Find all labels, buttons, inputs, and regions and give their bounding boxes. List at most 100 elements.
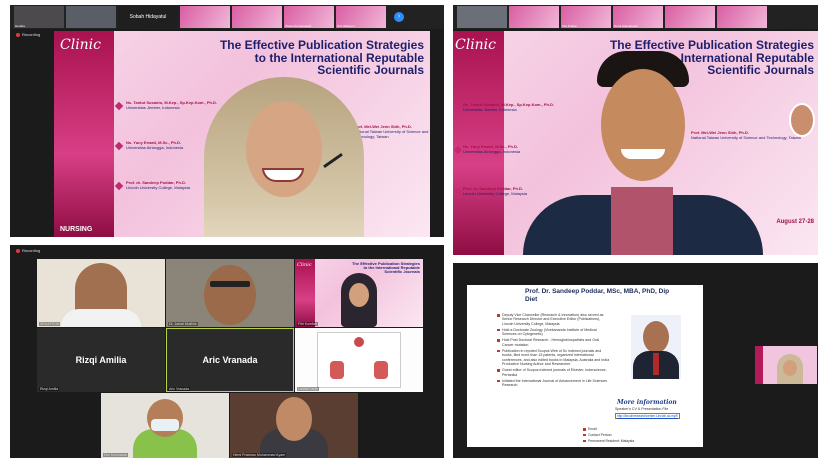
contact-item: Permanent Resident: Malaysia: [583, 439, 673, 443]
speaker-entry: Ns. Yuny Erwati, M.Sc., Ph.D. Universitas…: [463, 144, 521, 155]
face: [349, 283, 369, 307]
participant-thumbnail[interactable]: [665, 6, 715, 28]
speaker-entry: Prof. dr. Sandeep Poddar, Ph.D. Lincoln U…: [463, 186, 528, 197]
participant-video: [523, 45, 763, 255]
slide-title: The Effective Publication Strategies to …: [340, 261, 420, 275]
slide-heading-line: Diet: [525, 295, 538, 303]
participant-tile[interactable]: Rizqi Amilia Rizqi Amilia: [37, 328, 165, 392]
participant-tile[interactable]: SEGAFSON: [37, 259, 165, 327]
slide-ribbon: [453, 31, 505, 255]
speaker-institution: Universitas Airlangga, Indonesia: [463, 148, 521, 154]
gallery-view-panel: Recording SEGAFSON Dr. Jamal Mukhlis Cli…: [10, 245, 444, 458]
participant-thumbnail[interactable]: [66, 6, 116, 28]
participant-name: Fitri Komfah: [297, 322, 318, 326]
participant-name: Aric Vranada: [168, 387, 191, 391]
clinic-logo-text: Clinic: [297, 262, 312, 268]
participant-thumbnail[interactable]: Wulan Purnamasari: [284, 6, 334, 28]
thumbnail-name: Hendra: [15, 24, 25, 28]
participant-shirt: [61, 309, 141, 327]
recording-indicator: Recording: [16, 32, 40, 37]
face: [246, 101, 322, 197]
record-dot-icon: [16, 32, 20, 37]
participant-thumbnail[interactable]: Sobah Hidayatul: [118, 6, 178, 28]
face-mask-icon: [151, 419, 179, 431]
speaker-entry: Ns. Yuny Erwati, M.Sc., Ph.D. Universitas…: [126, 140, 184, 151]
bullet-list: Deputy Vice Chancellor (Research & Innov…: [497, 313, 611, 389]
glasses-icon: [210, 281, 250, 287]
participant-tile[interactable]: Lamsa Lanje: [295, 328, 423, 392]
virtual-background-slide: Clinic The Effective Publication Strateg…: [54, 31, 430, 237]
shirt: [611, 187, 673, 255]
speaker-photo: [631, 315, 681, 379]
doctor-illustration-icon: [374, 361, 388, 379]
participant-thumbnail[interactable]: [180, 6, 230, 28]
tie: [653, 353, 659, 375]
participant-thumbnail[interactable]: [509, 6, 559, 28]
participant-thumbnail[interactable]: Nurul Hikmahwati: [613, 6, 663, 28]
participant-name: Rizqi Amilia: [39, 387, 60, 391]
virtual-background-slide: Clinic The Effective Publication Strateg…: [295, 259, 423, 327]
self-view-thumbnail[interactable]: [755, 346, 817, 384]
speaker-bullet: [114, 181, 124, 191]
thumbnail-name: Wulan Purnamasari: [285, 24, 312, 28]
participant-tile[interactable]: Hemi Prabowo Muhammad Ayam: [230, 393, 358, 458]
slide-ribbon: [755, 346, 763, 384]
participant-video: [147, 399, 183, 437]
bullet-item: Deputy Vice Chancellor (Research & Innov…: [497, 313, 611, 326]
participant-tile[interactable]: Clinic The Effective Publication Strateg…: [295, 259, 423, 327]
slide-heading-line: Prof. Dr. Sandeep Poddar, MSc, MBA, PhD,…: [525, 288, 670, 295]
participant-thumbnail[interactable]: [457, 6, 507, 28]
shared-slide: Prof. Dr. Sandeep Poddar, MSc, MBA, PhD,…: [467, 285, 703, 447]
face: [783, 360, 797, 376]
thumbnail-name: Nurul Hikmahwati: [614, 24, 638, 28]
speaker-bullet: [114, 101, 124, 111]
speaker-institution: Universitas Airlangga, Indonesia: [126, 144, 184, 150]
virtual-background-slide: Clinic The Effective Publication Strateg…: [453, 31, 818, 255]
slide-ribbon: [295, 259, 316, 327]
bullet-item: Hold Post Doctoral Research - Hemoglobin…: [497, 338, 611, 347]
participant-thumbnail-strip: Tita Pratiwi Nurul Hikmahwati: [453, 5, 818, 29]
participant-video: [276, 397, 312, 441]
participant-thumbnail[interactable]: Hendra: [14, 6, 64, 28]
recording-indicator: Recording: [16, 248, 40, 253]
thumbnail-name: Nini Wahyuni: [337, 24, 355, 28]
speaker-entry: Prof. dr. Sandeep Poddar, Ph.D. Lincoln U…: [126, 180, 191, 191]
research-center-link[interactable]: http://lincolnresearchcenter.Lincoln.ac.…: [615, 413, 680, 419]
speaker-institution: Universitas Jember, Indonesia: [126, 104, 180, 110]
participant-tile[interactable]: Dwi Kurniawan: [101, 393, 229, 458]
smile: [621, 149, 665, 159]
speaker-institution: Universitas Jember, Indonesia: [463, 106, 517, 112]
face: [601, 69, 685, 181]
event-date: August 27-28: [776, 219, 814, 225]
doctor-illustration-icon: [354, 337, 364, 347]
participant-name: SEGAFSON: [39, 322, 61, 326]
speaker-photo: [789, 103, 815, 137]
participant-name: Dwi Kurniawan: [103, 453, 129, 457]
speaker-institution: Lincoln University College, Malaysia: [463, 190, 528, 196]
doctor-illustration-icon: [330, 361, 344, 379]
screen-share-panel: Prof. Dr. Sandeep Poddar, MSc, MBA, PhD,…: [453, 263, 818, 458]
speaker-bullet: [114, 141, 124, 151]
thumbnail-name: Sobah Hidayatul: [129, 14, 167, 20]
participant-tile[interactable]: Dr. Jamal Mukhlis: [166, 259, 294, 327]
slide-title-line: The Effective Publication Strategies: [219, 38, 424, 52]
recording-label: Recording: [22, 248, 41, 253]
record-dot-icon: [16, 248, 20, 253]
bullet-item: Publication in reputed Scopus Web of Sc …: [497, 349, 611, 367]
video-panel-top-right: Tita Pratiwi Nurul Hikmahwati Clinic The…: [453, 5, 818, 255]
thumbnail-name: Tita Pratiwi: [562, 24, 577, 28]
recording-label: Recording: [22, 32, 41, 37]
participant-thumbnail[interactable]: Nini Wahyuni: [336, 6, 386, 28]
contact-list: Email: Contact Person: Permanent Residen…: [583, 427, 673, 444]
next-page-arrow-icon[interactable]: ›: [394, 12, 404, 22]
speaker-institution: Lincoln University College, Malaysia: [126, 184, 191, 190]
face: [643, 321, 669, 353]
participant-tile-active-speaker[interactable]: Aric Vranada Aric Vranada: [166, 328, 294, 392]
video-panel-top-left: Hendra Sobah Hidayatul Wulan Purnamasari…: [10, 5, 444, 237]
contact-item: Email:: [583, 427, 673, 431]
participant-thumbnail[interactable]: Tita Pratiwi: [561, 6, 611, 28]
slide-ribbon: [54, 31, 115, 237]
participant-thumbnail[interactable]: [232, 6, 282, 28]
participant-thumbnail[interactable]: [717, 6, 767, 28]
bullet-item: Initiated the International Journal of A…: [497, 379, 611, 388]
